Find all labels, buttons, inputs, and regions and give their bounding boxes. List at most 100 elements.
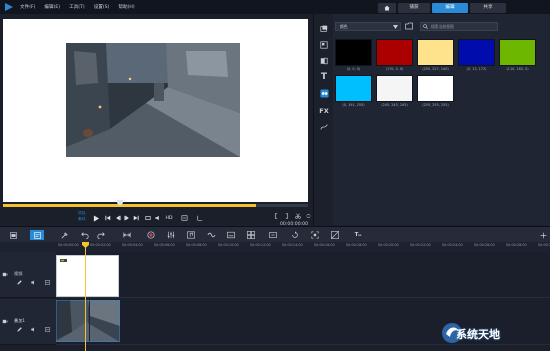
swatch-color: [376, 39, 413, 66]
search-input[interactable]: 搜索当前视图: [420, 22, 498, 31]
color-swatch[interactable]: (110, 183, 0): [499, 39, 536, 74]
scrubber-handle-icon[interactable]: [117, 200, 123, 206]
overlay-clip[interactable]: [56, 300, 120, 342]
track-options-icon[interactable]: [44, 326, 50, 332]
mark-out-icon[interactable]: [282, 212, 290, 220]
subtitle-editor-icon[interactable]: [226, 230, 236, 240]
preview-scrubber[interactable]: [3, 204, 308, 207]
storyboard-view-icon[interactable]: [8, 230, 18, 240]
color-swatch[interactable]: (255, 255, 255): [417, 75, 454, 110]
tab-capture[interactable]: 捕获: [398, 3, 430, 13]
category-select[interactable]: 颜色: [335, 22, 401, 31]
track-edit-icon[interactable]: [16, 326, 22, 332]
video-track-label: 视频: [14, 271, 23, 276]
record-icon[interactable]: [146, 230, 156, 240]
media-icon[interactable]: [319, 24, 329, 34]
tools-icon[interactable]: [60, 230, 70, 240]
ruler-tick-label: 00:00:22:00: [410, 243, 431, 247]
ruler-tick-label: 00:00:08:00: [186, 243, 207, 247]
track-volume-icon[interactable]: [30, 279, 36, 285]
track-options-icon[interactable]: [44, 279, 50, 285]
play-icon[interactable]: [92, 214, 100, 222]
color-swatch[interactable]: (245, 245, 245): [376, 75, 413, 110]
color-swatch[interactable]: (255, 227, 140): [417, 39, 454, 74]
previous-frame-icon[interactable]: [114, 214, 122, 222]
tab-home[interactable]: [378, 3, 396, 13]
color-swatch[interactable]: (170, 0, 0): [376, 39, 413, 74]
skip-end-icon[interactable]: [132, 214, 140, 222]
menu-help[interactable]: 帮助(H): [118, 4, 134, 10]
resize-icon[interactable]: [196, 214, 204, 222]
folder-icon[interactable]: [405, 22, 413, 30]
video-clip[interactable]: [56, 255, 119, 297]
title-tool-icon[interactable]: Tio: [352, 230, 364, 240]
title-icon[interactable]: T: [319, 72, 329, 82]
tab-edit[interactable]: 编辑: [432, 3, 468, 13]
library-panel: T FX 颜色 搜索当前视图 (0, 0, 0) (170, 0, 0) (255,…: [315, 14, 550, 225]
path-icon[interactable]: [319, 122, 329, 132]
hd-preview-icon[interactable]: HD: [164, 214, 174, 222]
track-edit-icon[interactable]: [16, 279, 22, 285]
clip-mode-label[interactable]: 素材-: [78, 217, 86, 222]
swatch-color: [417, 75, 454, 102]
tab-share[interactable]: 共享: [470, 3, 506, 13]
color-swatch[interactable]: (0, 191, 255): [335, 75, 372, 110]
clip-options-icon[interactable]: [180, 214, 188, 222]
zoom-timeline-icon[interactable]: [538, 230, 548, 240]
menu-edit[interactable]: 编辑(E): [44, 4, 60, 10]
swatch-label: (255, 255, 255): [422, 103, 449, 107]
graphics-icon[interactable]: [319, 88, 329, 98]
track-volume-icon[interactable]: [30, 326, 36, 332]
filter-fx-icon[interactable]: FX: [319, 106, 329, 116]
menu-file[interactable]: 文件(F): [20, 4, 35, 10]
watermark-text: 系统天地: [456, 328, 500, 341]
timeline-playhead[interactable]: [85, 242, 86, 351]
volume-icon[interactable]: [154, 214, 162, 222]
swatch-label: (255, 227, 140): [422, 67, 449, 71]
auto-music-icon[interactable]: [186, 230, 196, 240]
undo-icon[interactable]: [80, 230, 90, 240]
menu-tools[interactable]: 工具(T): [69, 4, 85, 10]
fullscreen-icon[interactable]: [304, 212, 312, 220]
overlay-track-icon: [2, 318, 8, 324]
instant-project-icon[interactable]: [319, 40, 329, 50]
repeat-icon[interactable]: [144, 214, 152, 222]
ruler-tick-label: 00:00:06:00: [154, 243, 175, 247]
motion-tracking-icon[interactable]: [206, 230, 216, 240]
swatch-color: [458, 39, 495, 66]
overlay-track-header: 叠加1: [0, 299, 56, 345]
fit-project-icon[interactable]: [122, 230, 132, 240]
time-remap-icon[interactable]: [268, 230, 278, 240]
playhead-handle-icon[interactable]: [82, 242, 89, 248]
swatch-label: (110, 183, 0): [506, 67, 529, 71]
swatch-label: (0, 13, 172): [466, 67, 487, 71]
split-clip-icon[interactable]: [294, 212, 302, 220]
multi-camera-icon[interactable]: [246, 230, 256, 240]
mark-in-icon[interactable]: [272, 212, 280, 220]
split-screen-icon[interactable]: [330, 230, 340, 240]
project-mode-label[interactable]: 项目-: [78, 211, 86, 216]
swatch-color: [335, 75, 372, 102]
skip-start-icon[interactable]: [104, 214, 112, 222]
next-frame-icon[interactable]: [123, 214, 131, 222]
home-icon: [384, 5, 390, 11]
ruler-tick-label: 00:00:10:00: [218, 243, 239, 247]
mask-creator-icon[interactable]: [290, 230, 300, 240]
ruler-tick-label: 00:00:28:00: [506, 243, 527, 247]
video-track-lane[interactable]: [56, 252, 550, 298]
video-editor-window: 文件(F) 编辑(E) 工具(T) 设置(S) 帮助(H) 捕获 编辑 共享 项…: [0, 0, 550, 351]
color-swatch[interactable]: (0, 13, 172): [458, 39, 495, 74]
redo-icon[interactable]: [96, 230, 106, 240]
preview-canvas[interactable]: [3, 19, 308, 202]
chevron-down-icon[interactable]: [393, 25, 398, 29]
library-category-bar: T FX: [315, 14, 333, 225]
menu-settings[interactable]: 设置(S): [94, 4, 110, 10]
swatch-label: (0, 0, 0): [346, 67, 361, 71]
ruler-tick-label: 00:00:16:00: [314, 243, 335, 247]
timeline-view-icon[interactable]: [30, 230, 44, 240]
transition-icon[interactable]: [319, 56, 329, 66]
color-swatch[interactable]: (0, 0, 0): [335, 39, 372, 74]
pan-zoom-icon[interactable]: [310, 230, 320, 240]
ruler-tick-label: 00:00:30:00: [538, 243, 550, 247]
mixer-icon[interactable]: [166, 230, 176, 240]
